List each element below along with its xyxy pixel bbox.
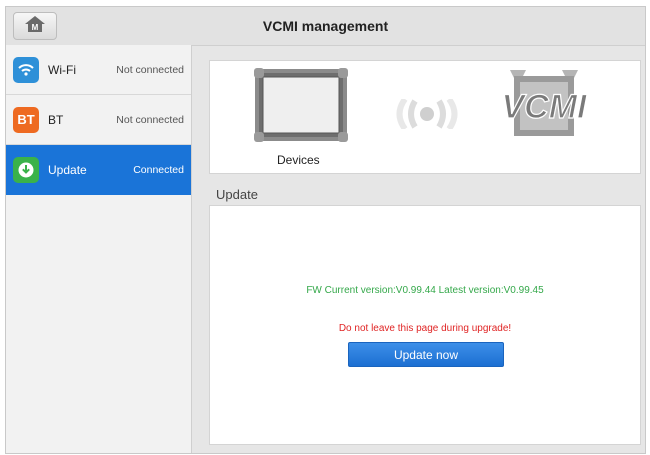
connection-status: Not connected [116, 113, 184, 126]
tablet-device-icon [254, 68, 348, 147]
sidebar-item-wifi[interactable]: Wi-Fi Not connected [6, 45, 191, 95]
page-title: VCMI management [262, 18, 389, 34]
device-connection-panel: Devices VCMI [209, 60, 641, 174]
download-icon [13, 156, 39, 183]
connection-status: Not connected [116, 63, 184, 76]
header: M VCMI management [6, 7, 645, 46]
app-window: M VCMI management Wi-Fi Not connected BT… [5, 6, 646, 454]
vcmi-device-icon: VCMI [496, 70, 592, 145]
sidebar-item-bt[interactable]: BT BT Not connected [6, 95, 191, 145]
sidebar-item-label: Wi-Fi [48, 62, 76, 77]
update-section-label: Update [216, 187, 258, 202]
devices-label: Devices [277, 153, 320, 167]
update-now-button[interactable]: Update now [348, 342, 504, 367]
sidebar-item-label: Update [48, 162, 87, 177]
upgrade-warning-text: Do not leave this page during upgrade! [338, 323, 512, 334]
wifi-icon [13, 56, 39, 83]
firmware-version-text: FW Current version:V0.99.44 Latest versi… [306, 285, 544, 296]
connection-status: Connected [133, 163, 184, 176]
update-panel: FW Current version:V0.99.44 Latest versi… [209, 205, 641, 445]
sidebar-item-update[interactable]: Update Connected [6, 145, 191, 195]
sidebar: Wi-Fi Not connected BT BT Not connected … [6, 45, 192, 453]
sidebar-item-label: BT [48, 112, 64, 127]
wireless-signal-icon [385, 97, 469, 134]
vcmi-logo-text: VCMI [502, 88, 589, 126]
bt-icon: BT [13, 106, 39, 133]
